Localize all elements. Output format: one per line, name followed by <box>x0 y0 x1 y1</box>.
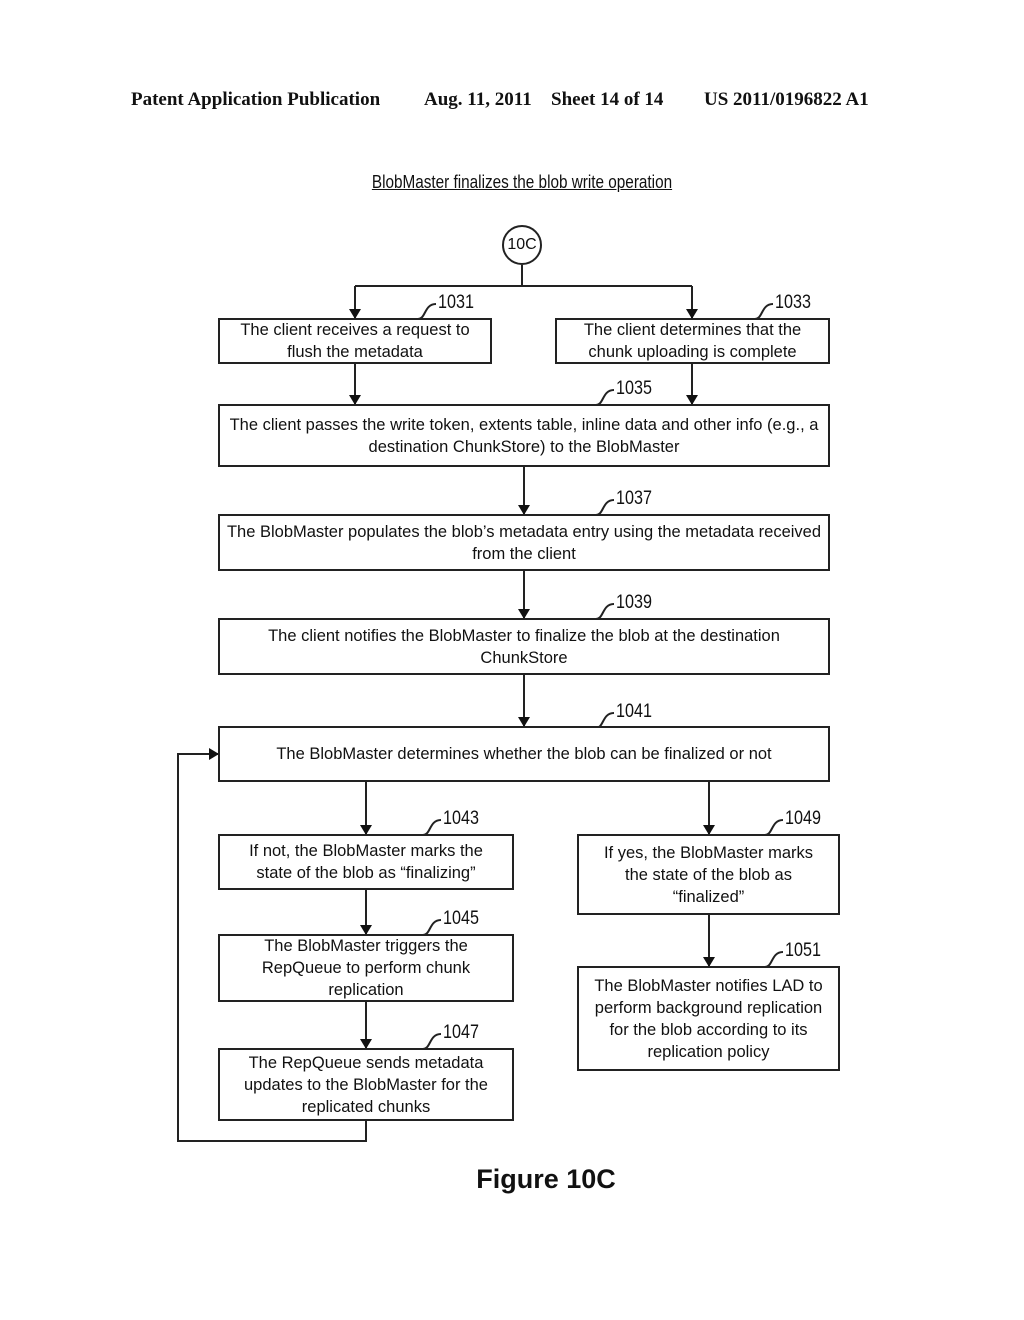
step-1045-box: The BlobMaster triggers the RepQueue to … <box>218 934 514 1002</box>
start-connector-10c: 10C <box>502 225 542 265</box>
step-1037-box: The BlobMaster populates the blob’s meta… <box>218 514 830 571</box>
step-1041-box: The BlobMaster determines whether the bl… <box>218 726 830 782</box>
ref-1043: 1043 <box>443 808 479 829</box>
ref-1049: 1049 <box>785 808 821 829</box>
step-1049-box: If yes, the BlobMaster marks the state o… <box>577 834 840 915</box>
step-1035-box: The client passes the write token, exten… <box>218 404 830 467</box>
step-1051-box: The BlobMaster notifies LAD to perform b… <box>577 966 840 1071</box>
ref-1051: 1051 <box>785 940 821 961</box>
step-1039-box: The client notifies the BlobMaster to fi… <box>218 618 830 675</box>
ref-1041: 1041 <box>616 701 652 722</box>
step-1033-box: The client determines that the chunk upl… <box>555 318 830 364</box>
ref-1031: 1031 <box>438 292 474 313</box>
ref-1045: 1045 <box>443 908 479 929</box>
ref-1033: 1033 <box>775 292 811 313</box>
ref-1039: 1039 <box>616 592 652 613</box>
step-1031-box: The client receives a request to flush t… <box>218 318 492 364</box>
figure-label: Figure 10C <box>476 1164 616 1194</box>
ref-1035: 1035 <box>616 378 652 399</box>
ref-1037: 1037 <box>616 488 652 509</box>
step-1043-box: If not, the BlobMaster marks the state o… <box>218 834 514 890</box>
ref-1047: 1047 <box>443 1022 479 1043</box>
step-1047-box: The RepQueue sends metadata updates to t… <box>218 1048 514 1121</box>
